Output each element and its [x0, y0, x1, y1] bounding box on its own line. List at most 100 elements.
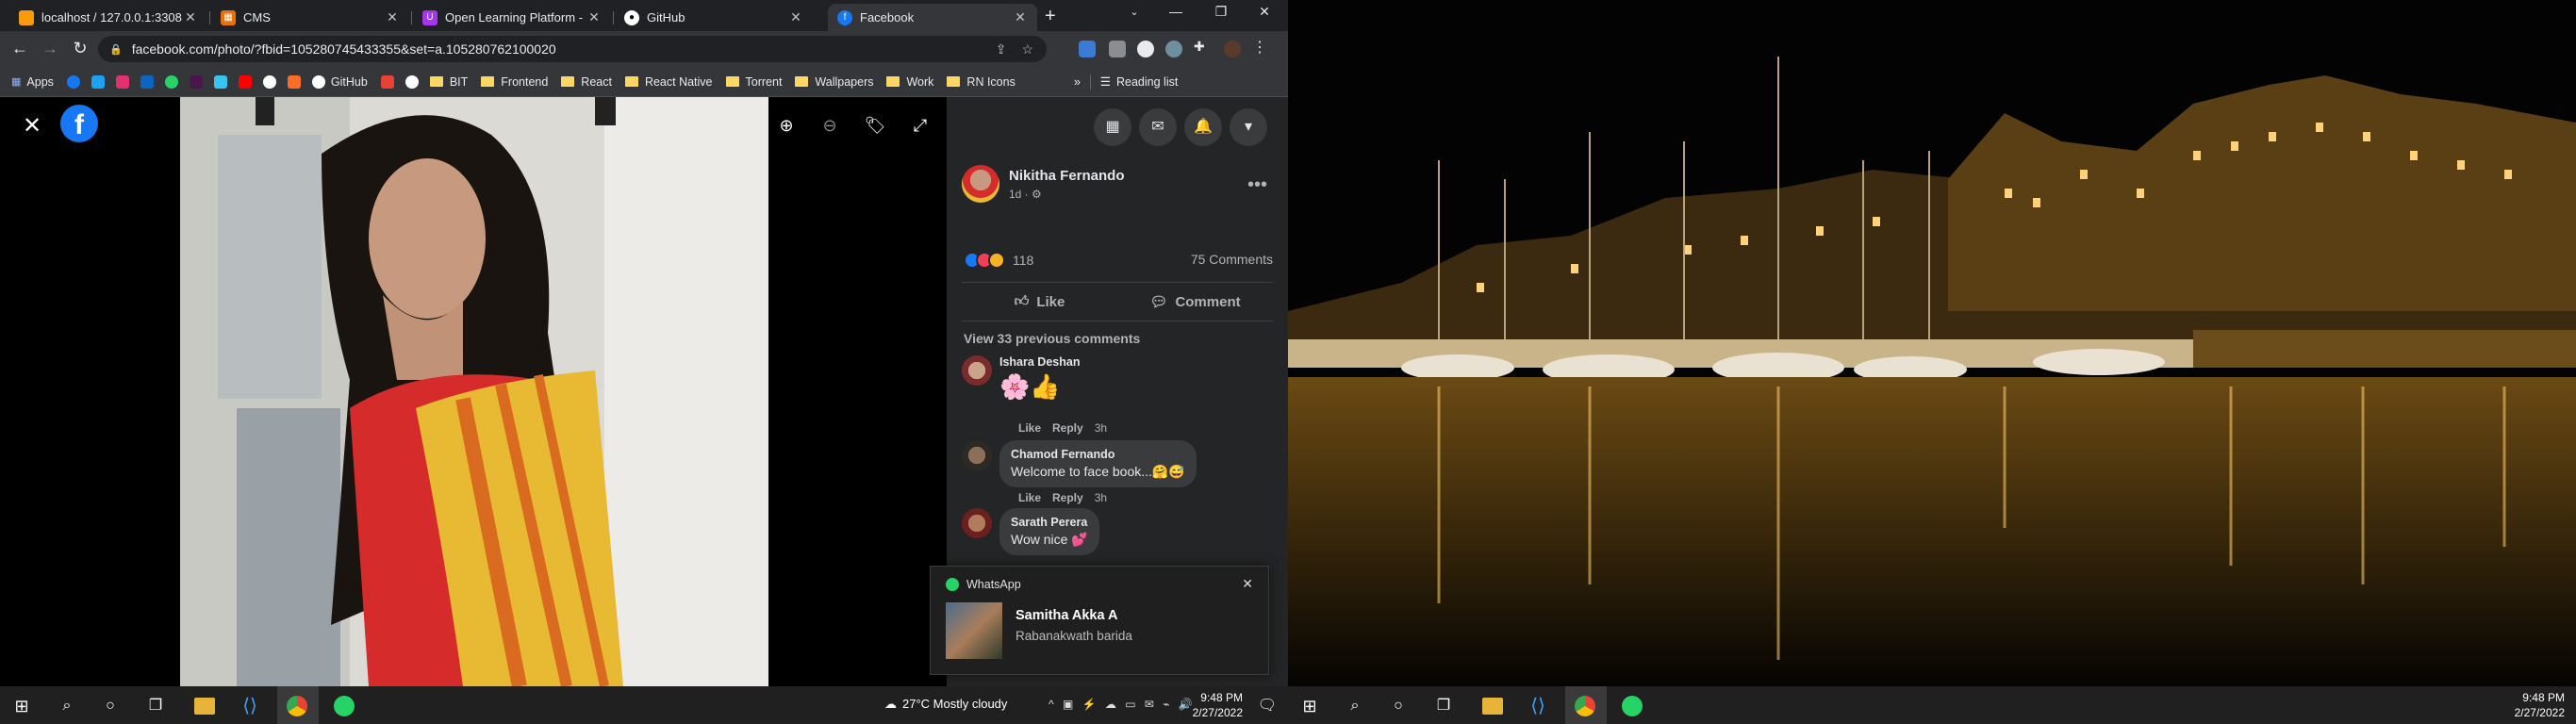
tab-phpmyadmin[interactable]: localhost / 127.0.0.1:3308 / o ✕	[9, 4, 207, 31]
bookmark-folder-bit[interactable]: BIT	[429, 75, 468, 89]
extension-icon[interactable]	[1109, 41, 1126, 58]
clock[interactable]: 9:48 PM 2/27/2022	[1193, 690, 1243, 720]
whatsapp-bookmark-icon[interactable]	[164, 74, 178, 89]
address-bar[interactable]: 🔒 facebook.com/photo/?fbid=1052807454333…	[98, 36, 1047, 62]
comment-time[interactable]: 3h	[1095, 491, 1107, 504]
reload-icon[interactable]: ↻	[68, 39, 92, 58]
commenter-avatar[interactable]	[962, 355, 992, 386]
comment-reply-link[interactable]: Reply	[1052, 421, 1083, 435]
zoom-out-icon[interactable]: ⊖	[818, 116, 841, 136]
whatsapp-notification[interactable]: WhatsApp ✕ Samitha Akka A Rabanakwath ba…	[930, 566, 1269, 675]
close-tab-icon[interactable]: ✕	[1013, 9, 1028, 25]
comment-button[interactable]: 💬︎ Comment	[1117, 283, 1273, 321]
post-photo[interactable]	[180, 97, 768, 686]
system-tray-icons[interactable]: ^ ▣ ⚡ ☁ ▭ ✉ ⌁ 🔊	[1049, 698, 1196, 711]
extension-icon[interactable]	[1137, 41, 1154, 58]
comment-time[interactable]: 3h	[1095, 421, 1107, 435]
task-view-icon[interactable]: ❐	[1433, 696, 1454, 716]
tab-udemy[interactable]: U Open Learning Platform - Ud ✕	[413, 4, 611, 31]
more-options-icon[interactable]: •••	[1247, 174, 1267, 196]
bookmark-folder-work[interactable]: Work	[886, 75, 933, 89]
vscode-icon[interactable]: ⟨⟩	[1527, 696, 1548, 716]
close-window-icon[interactable]: ✕	[1250, 4, 1279, 20]
author-name[interactable]: Nikitha Fernando	[1009, 168, 1125, 184]
notifications-icon[interactable]: 🔔	[1184, 108, 1222, 146]
task-view-icon[interactable]: ❐	[145, 696, 166, 716]
comment-reply-link[interactable]: Reply	[1052, 491, 1083, 504]
like-button[interactable]: 👍︎ Like	[962, 283, 1117, 321]
commenter-avatar[interactable]	[962, 440, 992, 470]
tab-facebook[interactable]: f Facebook ✕	[828, 4, 1037, 31]
messenger-icon[interactable]: ✉	[1139, 108, 1177, 146]
weather-widget[interactable]: ☁ 27°C Mostly cloudy	[884, 697, 1007, 712]
file-explorer-icon[interactable]	[194, 698, 215, 715]
windows-start-icon[interactable]: ⊞	[11, 696, 32, 716]
zoom-in-icon[interactable]: ⊕	[775, 116, 798, 136]
action-center-icon[interactable]: 🗨	[1258, 696, 1277, 715]
extension-icon[interactable]	[1165, 41, 1182, 58]
linkedin-bookmark-icon[interactable]	[140, 74, 154, 89]
new-tab-icon[interactable]: +	[1045, 6, 1056, 27]
bookmark-icon[interactable]	[405, 74, 419, 89]
chrome-icon[interactable]	[1575, 696, 1595, 716]
bookmark-folder-frontend[interactable]: Frontend	[481, 75, 548, 89]
close-tab-icon[interactable]: ✕	[586, 9, 602, 25]
youtube-bookmark-icon[interactable]	[238, 74, 252, 89]
facebook-bookmark-icon[interactable]	[66, 74, 80, 89]
extension-icon[interactable]	[1079, 41, 1096, 58]
bookmark-apps[interactable]: ▦ Apps	[11, 75, 54, 89]
mail-bookmark-icon[interactable]	[380, 74, 394, 89]
clock[interactable]: 9:48 PM 2/27/2022	[2515, 690, 2565, 720]
forward-icon[interactable]: →	[38, 39, 62, 58]
chrome-menu-icon[interactable]: ⋮	[1252, 38, 1269, 56]
fullscreen-icon[interactable]: ⤢	[909, 116, 932, 136]
bookmark-folder-wallpapers[interactable]: Wallpapers	[795, 75, 873, 89]
cortana-icon[interactable]: ○	[1388, 696, 1409, 716]
close-tab-icon[interactable]: ✕	[183, 9, 198, 25]
whatsapp-taskbar-icon[interactable]	[334, 696, 355, 716]
commenter-name[interactable]: Chamod Fernando	[1011, 448, 1185, 461]
comment-count[interactable]: 75 Comments	[1191, 252, 1273, 267]
file-explorer-icon[interactable]	[1482, 698, 1503, 715]
bookmarks-overflow[interactable]: »	[1074, 75, 1081, 89]
reading-list[interactable]: ☰ Reading list	[1100, 74, 1179, 90]
whatsapp-taskbar-icon[interactable]	[1622, 696, 1643, 716]
search-icon[interactable]: ⌕	[1345, 696, 1365, 716]
google-bookmark-icon[interactable]	[262, 74, 276, 89]
search-icon[interactable]: ⌕	[57, 696, 77, 716]
slack-bookmark-icon[interactable]	[213, 74, 227, 89]
restore-icon[interactable]: ❐	[1207, 4, 1235, 20]
close-tab-icon[interactable]: ✕	[385, 9, 400, 25]
author-avatar[interactable]	[962, 165, 999, 203]
commenter-name[interactable]: Ishara Deshan	[999, 355, 1080, 369]
account-chevron-icon[interactable]: ▾	[1230, 108, 1267, 146]
commenter-avatar[interactable]	[962, 508, 992, 538]
twitter-bookmark-icon[interactable]	[91, 74, 105, 89]
back-icon[interactable]: ←	[8, 39, 32, 58]
facebook-logo-icon[interactable]: f	[60, 105, 98, 142]
profile-avatar[interactable]	[1224, 41, 1241, 58]
bookmark-star-icon[interactable]: ☆	[1021, 41, 1033, 58]
view-previous-comments[interactable]: View 33 previous comments	[964, 331, 1140, 346]
slack-bookmark-icon[interactable]	[189, 74, 203, 89]
tag-icon[interactable]: 🏷	[864, 116, 886, 136]
chrome-icon[interactable]	[287, 696, 307, 716]
puzzle-extensions-icon[interactable]: ✚	[1194, 39, 1211, 56]
tab-github[interactable]: ● GitHub ✕	[615, 4, 813, 31]
comment-like-link[interactable]: Like	[1018, 421, 1041, 435]
instagram-bookmark-icon[interactable]	[115, 74, 129, 89]
bookmark-folder-rn-icons[interactable]: RN Icons	[947, 75, 1016, 89]
bookmark-folder-torrent[interactable]: Torrent	[725, 75, 782, 89]
tab-search-icon[interactable]: ⌄	[1120, 6, 1148, 18]
reaction-summary[interactable]: 118	[964, 252, 1033, 269]
commenter-name[interactable]: Sarath Perera	[1011, 516, 1088, 529]
vscode-icon[interactable]: ⟨⟩	[239, 696, 260, 716]
windows-start-icon[interactable]: ⊞	[1299, 696, 1320, 716]
tab-cms[interactable]: ▦ CMS ✕	[211, 4, 409, 31]
bookmark-github[interactable]: GitHub	[311, 74, 368, 89]
close-tab-icon[interactable]: ✕	[788, 9, 803, 25]
menu-grid-icon[interactable]: ▦	[1094, 108, 1131, 146]
share-icon[interactable]: ⇪	[996, 41, 1007, 58]
close-viewer-icon[interactable]: ✕	[23, 112, 41, 140]
bookmark-folder-react-native[interactable]: React Native	[624, 75, 713, 89]
